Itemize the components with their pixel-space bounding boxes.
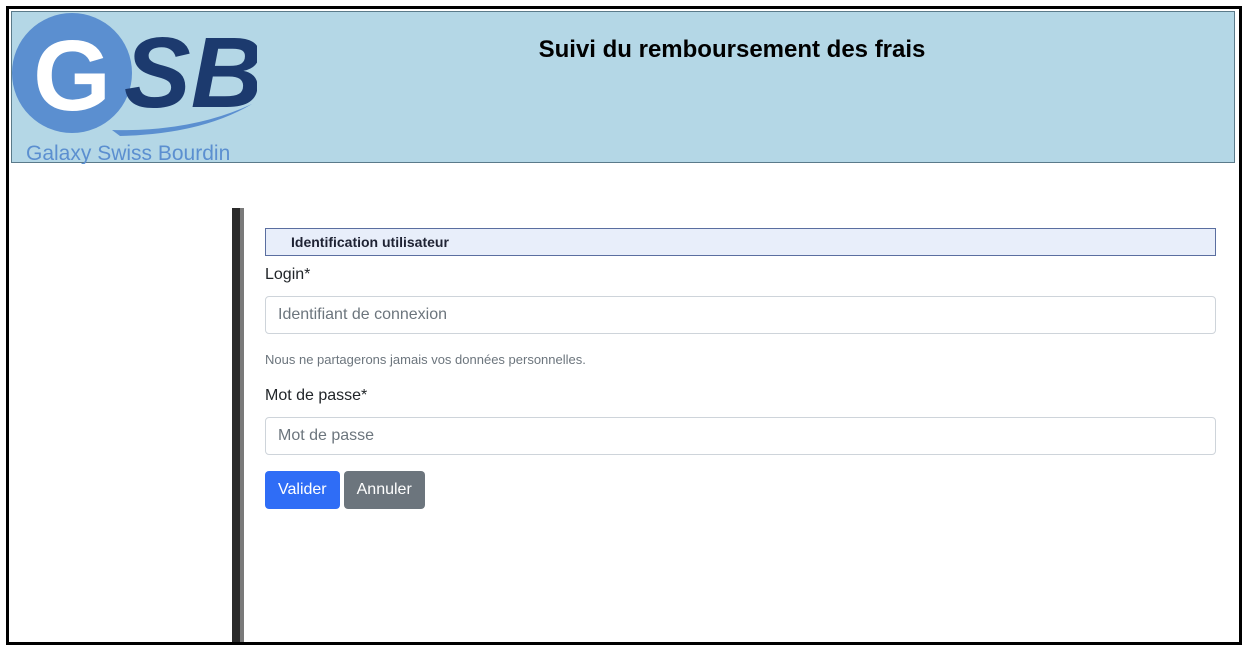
logo-letters-sb: SB — [124, 17, 257, 129]
form-legend: Identification utilisateur — [265, 228, 1216, 256]
page-frame: G SB Galaxy Swiss Bourdin Suivi du rembo… — [6, 6, 1242, 645]
form-buttons: Valider Annuler — [265, 471, 1216, 509]
gsb-logo: G SB Galaxy Swiss Bourdin — [12, 12, 263, 165]
submit-button[interactable]: Valider — [265, 471, 340, 509]
page-title: Suivi du remboursement des frais — [538, 36, 926, 63]
logo-company-name: Galaxy Swiss Bourdin — [26, 142, 230, 164]
login-help-text: Nous ne partagerons jamais vos données p… — [265, 352, 586, 367]
cancel-button[interactable]: Annuler — [343, 471, 425, 509]
login-form: Identification utilisateur Login* Nous n… — [265, 228, 1216, 509]
header: G SB Galaxy Swiss Bourdin Suivi du rembo… — [11, 11, 1235, 165]
password-label: Mot de passe* — [265, 387, 368, 404]
logo-letter-g: G — [33, 20, 111, 132]
sidebar-divider — [232, 208, 244, 642]
login-label: Login* — [265, 266, 311, 283]
login-input[interactable] — [265, 296, 1216, 334]
password-input[interactable] — [265, 417, 1216, 455]
